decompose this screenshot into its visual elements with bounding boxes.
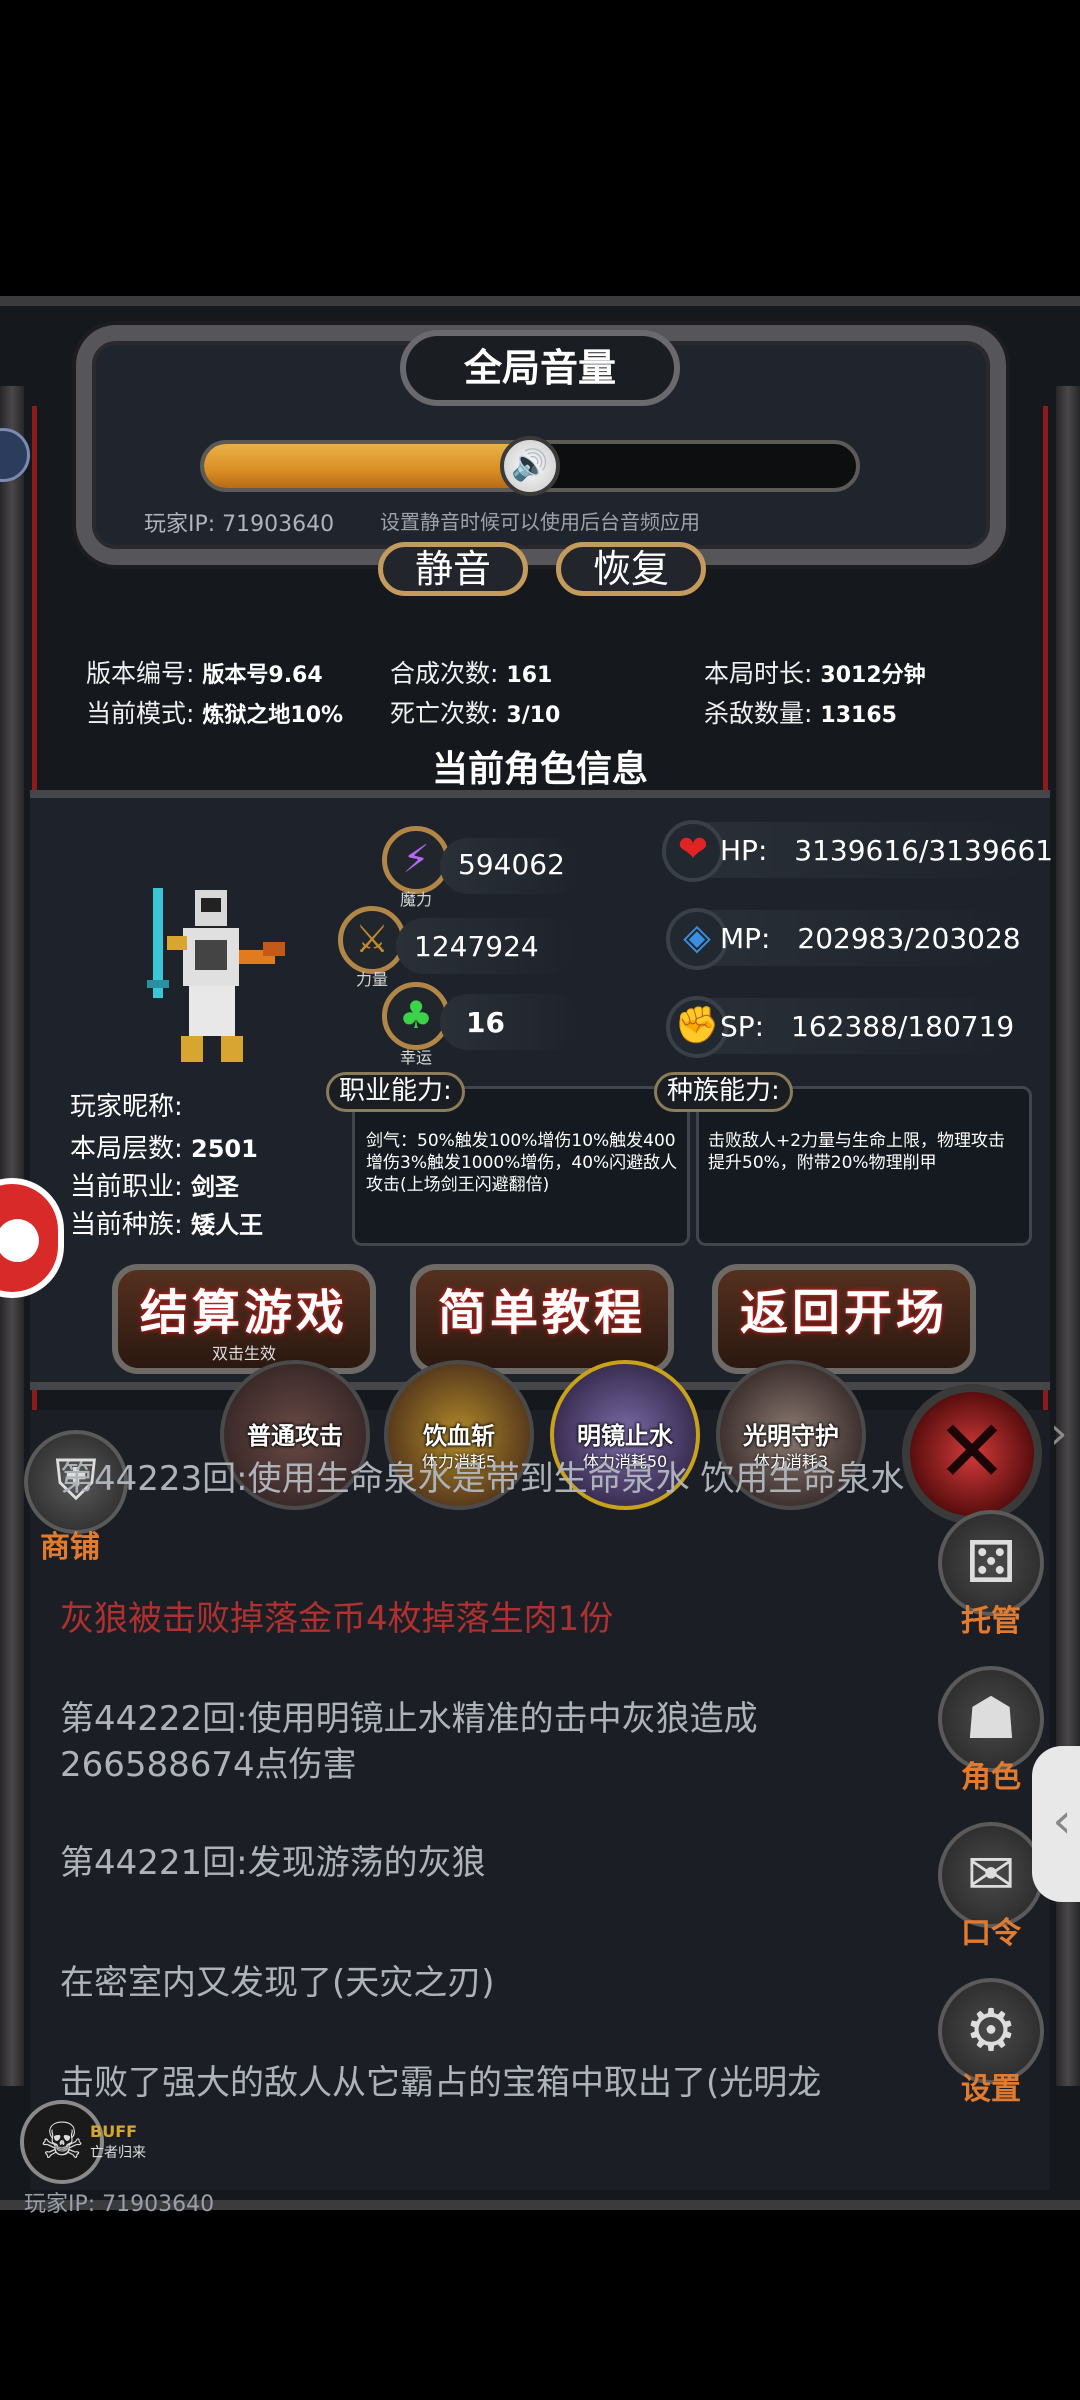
log-line: 灰狼被击败掉落金币4枚掉落生肉1份 [60, 1599, 614, 1639]
restore-button[interactable]: 恢复 [556, 542, 706, 596]
death-label: 死亡次数: [390, 699, 499, 728]
nickname-label: 玩家昵称: [70, 1092, 183, 1122]
mp-value: 202983/203028 [797, 922, 1021, 955]
kill-label: 杀敌数量: [704, 699, 813, 728]
race-ability-tag: 种族能力: [654, 1072, 793, 1112]
floor-row: 本局层数: 2501 [70, 1128, 258, 1165]
job-row: 当前职业: 剑圣 [70, 1166, 239, 1203]
luck-bar [440, 994, 580, 1050]
synth-label: 合成次数: [390, 659, 499, 688]
buff-label: BUFF [90, 2122, 138, 2141]
skill-name: 明镜止水 [577, 1422, 673, 1450]
sp-value: 162388/180719 [791, 1010, 1015, 1043]
buff-sub: 亡者归来 [90, 2145, 146, 2161]
job-ability-tag: 职业能力: [326, 1072, 465, 1112]
hp-row: HP: 3139616/3139661 [720, 834, 1053, 867]
muscle-icon: ✊ [666, 996, 728, 1058]
power-label: 力量 [355, 970, 388, 989]
synth-row: 合成次数: 161 [390, 654, 552, 690]
version-label: 版本编号: [86, 659, 195, 688]
time-value: 3012分钟 [820, 663, 926, 688]
log-line: 第44221回:发现游荡的灰狼 [60, 1843, 486, 1883]
race-value: 矮人王 [191, 1211, 264, 1239]
luck-label: 幸运 [399, 1048, 432, 1067]
tutorial-label: 简单教程 [437, 1285, 646, 1341]
kill-value: 13165 [820, 703, 897, 728]
magic-label: 魔力 [399, 890, 432, 909]
race-label: 当前种族: [70, 1210, 183, 1240]
speaker-icon[interactable]: 🔊 [500, 436, 560, 496]
race-row: 当前种族: 矮人王 [70, 1204, 263, 1241]
synth-value: 161 [506, 663, 553, 688]
sp-label: SP: [720, 1010, 765, 1043]
death-value: 3/10 [506, 703, 561, 728]
kill-row: 杀敌数量: 13165 [704, 694, 897, 730]
death-row: 死亡次数: 3/10 [390, 694, 560, 730]
log-line: 第44223回:使用生命泉水是带到生命泉水 饮用生命泉水 [60, 1459, 905, 1499]
close-icon[interactable]: ✕ [902, 1384, 1042, 1524]
power-value: 1247924 [414, 930, 539, 963]
job-value: 剑圣 [191, 1173, 240, 1201]
settings-label: 设置 [961, 2072, 1021, 2107]
character-sprite [145, 880, 290, 1070]
mode-label: 当前模式: [86, 699, 195, 728]
heart-icon: ❤ [662, 820, 724, 882]
mp-label: MP: [720, 922, 771, 955]
role-info-title: 当前角色信息 [431, 749, 648, 790]
version-row: 版本编号: 版本号9.64 [86, 654, 323, 690]
volume-slider-fill [204, 444, 530, 488]
floor-label: 本局层数: [70, 1134, 183, 1164]
edge-tab-icon[interactable]: ‹ [1032, 1746, 1080, 1902]
floor-value: 2501 [191, 1135, 258, 1163]
race-ability-text: 击败敌人+2力量与生命上限，物理攻击提升50%，附带20%物理削甲 [708, 1131, 1006, 1173]
magic-value: 594062 [458, 848, 565, 881]
log-line: 第44222回:使用明镜止水精准的击中灰狼造成266588674点伤害 [60, 1699, 758, 1785]
mode-row: 当前模式: 炼狱之地10% [86, 694, 343, 730]
footer-player-ip: 玩家IP: 71903640 [24, 2192, 215, 2217]
job-label: 当前职业: [70, 1172, 183, 1202]
volume-hint: 设置静音时候可以使用后台音频应用 [380, 510, 700, 534]
tutorial-button[interactable]: 简单教程 [410, 1264, 674, 1374]
time-label: 本局时长: [704, 659, 813, 688]
mp-row: MP: 202983/203028 [720, 922, 1021, 955]
mode-value: 炼狱之地10% [202, 703, 344, 728]
hp-label: HP: [720, 834, 768, 867]
log-line: 在密室内又发现了(天灾之刃) [60, 1963, 495, 2003]
time-row: 本局时长: 3012分钟 [704, 654, 926, 690]
role-label: 角色 [961, 1760, 1021, 1795]
mana-icon: ◈ [666, 908, 728, 970]
mute-button[interactable]: 静音 [378, 542, 528, 596]
chevron-right-icon[interactable]: › [1050, 1408, 1068, 1459]
auto-label: 托管 [961, 1604, 1021, 1639]
skill-name: 光明守护 [743, 1422, 839, 1450]
log-line: 击败了强大的敌人从它霸占的宝箱中取出了(光明龙 [60, 2063, 822, 2103]
volume-title: 全局音量 [400, 330, 680, 406]
luck-value: 16 [466, 1006, 505, 1039]
shop-label: 商铺 [40, 1530, 100, 1565]
return-start-button[interactable]: 返回开场 [712, 1264, 976, 1374]
settle-game-button[interactable]: 结算游戏 双击生效 [112, 1264, 376, 1374]
hp-value: 3139616/3139661 [794, 834, 1054, 867]
return-start-label: 返回开场 [739, 1285, 948, 1341]
job-ability-text: 剑气：50%触发100%增伤10%触发400增伤3%触发1000%增伤，40%闪… [366, 1131, 678, 1195]
skill-name: 普通攻击 [247, 1422, 343, 1450]
version-value: 版本号9.64 [202, 663, 323, 688]
nickname-row: 玩家昵称: [70, 1086, 183, 1123]
code-label: 口令 [961, 1916, 1021, 1951]
player-ip-label: 玩家IP: 71903640 [144, 512, 335, 537]
sp-row: SP: 162388/180719 [720, 1010, 1014, 1043]
settle-game-sub: 双击生效 [211, 1344, 276, 1363]
skill-name: 饮血斩 [423, 1422, 495, 1450]
